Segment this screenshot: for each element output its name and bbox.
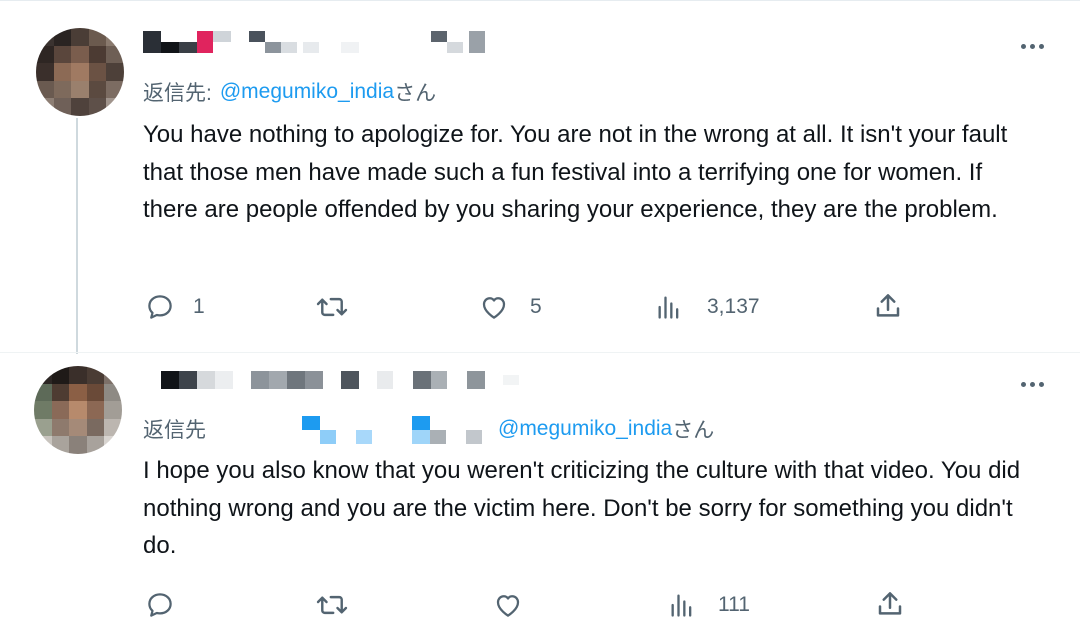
mention-link[interactable]: @megumiko_india — [498, 417, 672, 441]
replying-to: 返信先: @megumiko_india さん — [143, 77, 436, 107]
redacted-recipients[interactable] — [214, 412, 484, 446]
tweet-text: You have nothing to apologize for. You a… — [143, 121, 1008, 223]
view-count: 111 — [718, 593, 750, 616]
avatar[interactable] — [36, 28, 124, 116]
tweet-text: I hope you also know that you weren't cr… — [143, 457, 1021, 559]
avatar[interactable] — [34, 366, 122, 454]
honorific-suffix: さん — [672, 419, 715, 442]
reply-button[interactable] — [145, 590, 185, 620]
reply-bubble-icon — [148, 593, 172, 617]
like-count: 5 — [530, 295, 542, 318]
replying-to-label: 返信先 — [143, 419, 206, 442]
like-button[interactable]: 5 — [478, 292, 542, 322]
reply-button[interactable]: 1 — [145, 292, 205, 322]
display-name-pixelated[interactable] — [143, 31, 488, 53]
mention-link[interactable]: @megumiko_india — [220, 80, 394, 104]
share-button[interactable] — [875, 589, 905, 619]
tweet-divider — [0, 352, 1080, 353]
like-button[interactable] — [492, 590, 534, 620]
share-upload-icon — [878, 592, 902, 615]
views-bar-chart-icon — [671, 594, 692, 617]
more-options-icon[interactable] — [1021, 44, 1044, 49]
views-button[interactable]: 3,137 — [655, 292, 760, 322]
views-bar-chart-icon — [658, 296, 679, 319]
replying-to: 返信先 @megumiko_india さん — [143, 412, 714, 446]
honorific-suffix: さん — [394, 82, 437, 105]
replying-to-label: 返信先: — [143, 82, 212, 105]
heart-icon — [482, 297, 506, 319]
view-count: 3,137 — [707, 295, 760, 318]
reply-bubble-icon — [148, 295, 172, 319]
views-button[interactable]: 111 — [668, 590, 750, 620]
share-button[interactable] — [873, 291, 903, 321]
reply-count: 1 — [193, 295, 205, 318]
thread-connector-line — [76, 118, 78, 354]
display-name-pixelated[interactable] — [143, 371, 543, 393]
more-options-icon[interactable] — [1021, 382, 1044, 387]
retweet-button[interactable] — [315, 590, 359, 620]
retweet-button[interactable] — [315, 292, 359, 322]
top-border — [0, 0, 1080, 1]
retweet-icon — [316, 595, 348, 615]
heart-icon — [496, 595, 520, 617]
share-upload-icon — [876, 294, 900, 317]
retweet-icon — [316, 297, 348, 317]
